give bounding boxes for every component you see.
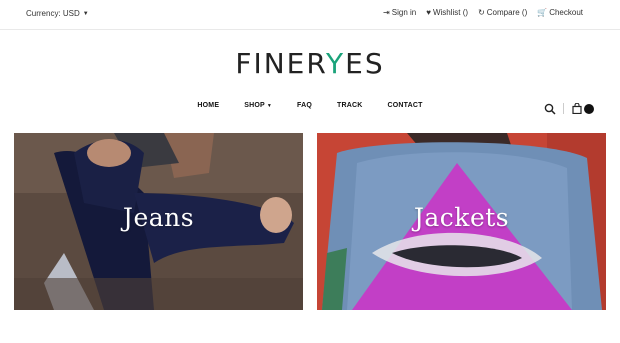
sign-in-label: Sign in [391, 8, 417, 17]
search-icon[interactable] [544, 103, 556, 115]
currency-label: Currency: USD [26, 9, 80, 18]
top-bar: Currency: USD ▼ ⇥ Sign in ♥ Wishlist () … [0, 0, 620, 30]
category-title-jackets: Jackets [413, 203, 510, 232]
compare-link[interactable]: ↻ Compare () [478, 8, 527, 17]
main-nav: HOME SHOP ▼ FAQ TRACK CONTACT [0, 102, 620, 109]
wishlist-label: Wishlist () [432, 8, 469, 17]
nav-home[interactable]: HOME [197, 102, 219, 109]
shopping-bag-icon[interactable] [572, 103, 582, 114]
currency-selector[interactable]: Currency: USD ▼ [26, 9, 89, 18]
sign-in-icon: ⇥ [383, 7, 390, 17]
category-title-jeans: Jeans [122, 203, 195, 232]
category-card-jeans[interactable]: Jeans [14, 133, 303, 310]
logo-suffix: ES [345, 47, 385, 80]
site-logo[interactable]: FINERYES [0, 47, 620, 80]
cart-count-badge[interactable] [584, 104, 594, 114]
nav-contact[interactable]: CONTACT [388, 102, 423, 109]
logo-prefix: FINER [235, 47, 327, 80]
checkout-link[interactable]: 🛒 Checkout [537, 8, 583, 17]
icon-divider [563, 103, 564, 114]
chevron-down-icon: ▼ [82, 10, 89, 17]
account-links: ⇥ Sign in ♥ Wishlist () ↻ Compare () 🛒 C… [383, 8, 583, 17]
nav-faq[interactable]: FAQ [297, 102, 312, 109]
nav-shop-label: SHOP [244, 102, 265, 109]
checkout-label: Checkout [549, 8, 583, 17]
logo-accent: Y [326, 47, 346, 80]
compare-label: Compare () [486, 8, 528, 17]
wishlist-link[interactable]: ♥ Wishlist () [426, 8, 468, 17]
nav-track[interactable]: TRACK [337, 102, 363, 109]
sign-in-link[interactable]: ⇥ Sign in [383, 8, 416, 17]
caret-down-icon: ▼ [266, 102, 272, 109]
nav-shop[interactable]: SHOP ▼ [244, 102, 272, 109]
heart-icon: ♥ [426, 7, 431, 17]
cart-icon: 🛒 [537, 7, 548, 17]
category-card-jackets[interactable]: Jackets [317, 133, 606, 310]
compare-icon: ↻ [478, 7, 485, 17]
